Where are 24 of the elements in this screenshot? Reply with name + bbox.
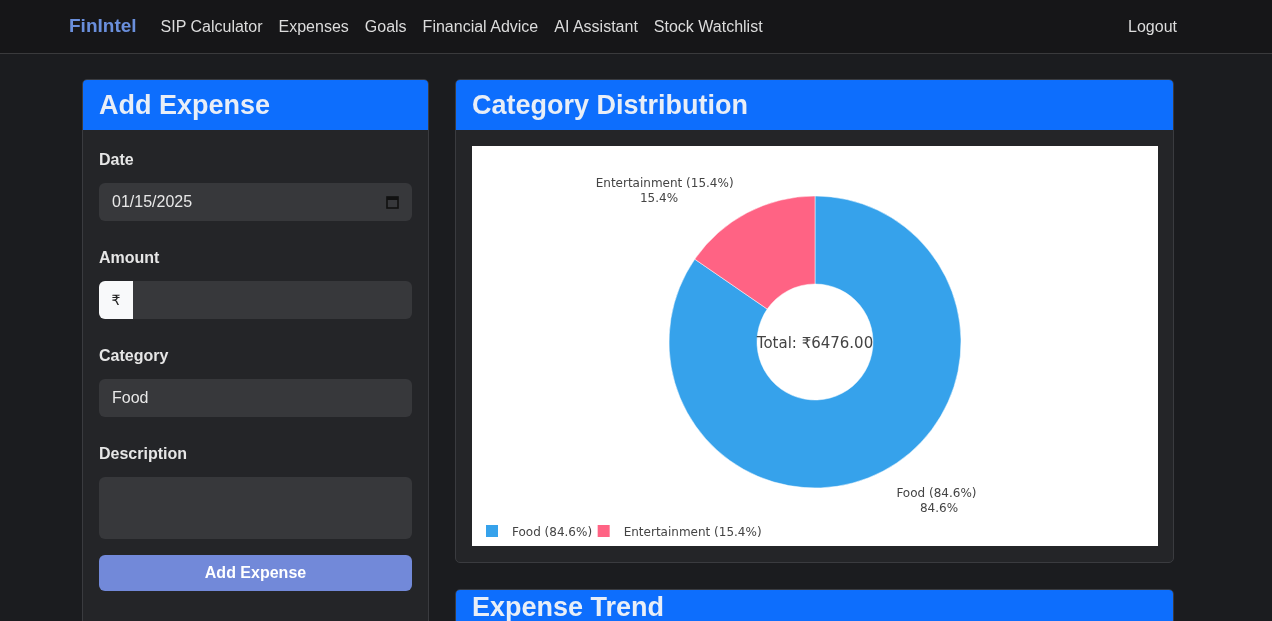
nav-link[interactable]: Stock Watchlist [653, 14, 763, 39]
currency-prefix: ₹ [99, 281, 133, 319]
field-label: Amount [99, 248, 161, 268]
slice-label: Entertainment (15.4%) 15.4% [595, 176, 734, 206]
slice-label: Food (84.6%) 84.6% [896, 485, 977, 515]
card-title: Category Distribution [472, 88, 748, 122]
legend-label[interactable]: Entertainment (15.4%) [623, 525, 762, 539]
field-label: Description [99, 444, 188, 464]
card-title: Expense Trend [472, 594, 665, 621]
nav-link[interactable]: SIP Calculator [160, 14, 263, 39]
category-select[interactable]: Food [99, 379, 412, 417]
card-title: Add Expense [99, 88, 271, 122]
date-field[interactable]: 01/15/2025 [99, 183, 412, 221]
logout-link[interactable]: Logout [1128, 14, 1177, 39]
nav-link[interactable]: Financial Advice [422, 14, 539, 39]
amount-field[interactable] [133, 281, 412, 319]
field-label: Date [99, 150, 135, 170]
nav-link[interactable]: Expenses [278, 14, 349, 39]
nav-link[interactable]: Goals [364, 14, 407, 39]
calendar-icon[interactable] [386, 195, 399, 209]
field-label: Category [99, 346, 170, 366]
brand-link[interactable]: FinIntel [69, 12, 137, 41]
nav-link[interactable]: AI Assistant [554, 14, 638, 39]
legend-label[interactable]: Food (84.6%) [512, 525, 593, 539]
